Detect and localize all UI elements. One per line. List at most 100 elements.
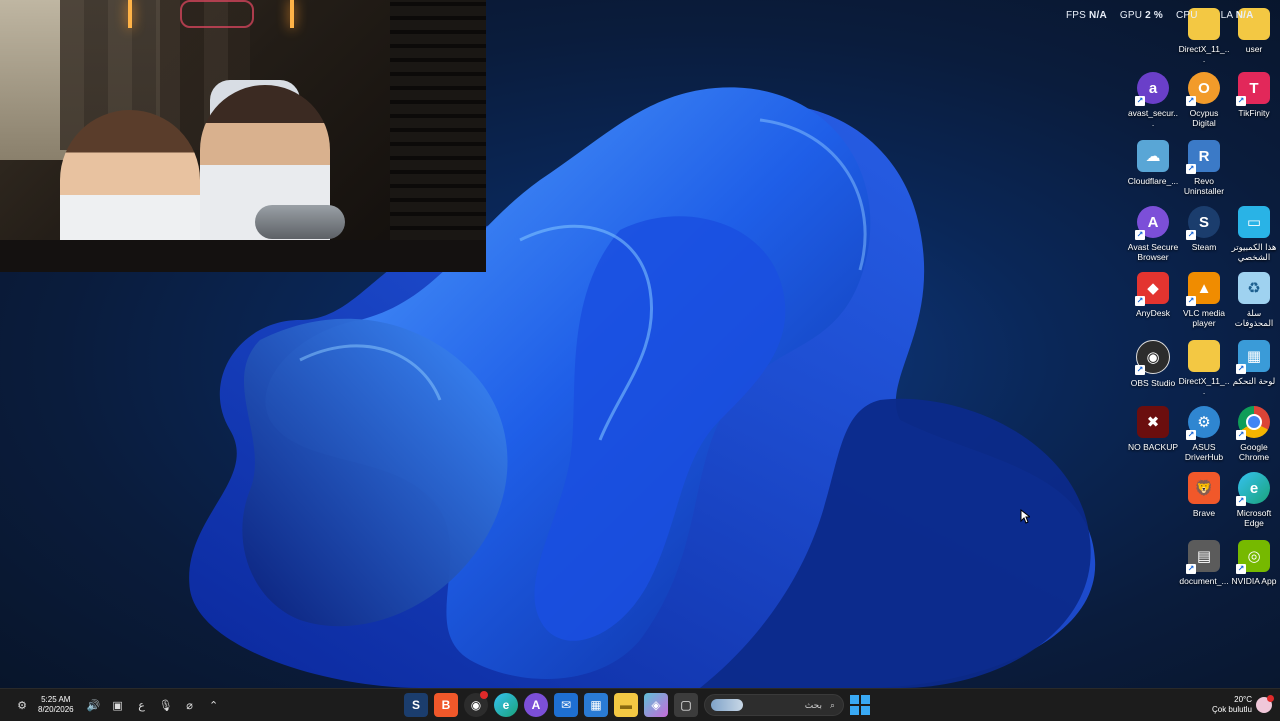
taskbar-store[interactable]: ▦ <box>584 693 608 717</box>
wifi-off-icon[interactable]: ⌀ <box>181 696 199 714</box>
mouse-cursor-icon <box>1020 509 1030 524</box>
desktop-icon-anydesk[interactable]: ◆ ↗ AnyDesk <box>1127 272 1179 318</box>
desktop-icon-asus-driverhub[interactable]: ⚙ ↗ ASUS DriverHub <box>1178 406 1230 462</box>
search-highlight-image <box>711 699 743 711</box>
store-icon: ▦ <box>590 698 602 712</box>
asus-driverhub-icon: ⚙ ↗ <box>1186 406 1220 440</box>
desktop-icon-nvidia[interactable]: ◎ ↗ NVIDIA App <box>1228 540 1280 586</box>
desktop-icon-label: Microsoft Edge <box>1236 508 1272 528</box>
search-placeholder: بحث <box>804 699 822 710</box>
folder-icon: ▬ <box>620 698 632 712</box>
desktop-icon-ocypus[interactable]: O ↗ Ocypus Digital <box>1178 72 1230 128</box>
desktop-icon-tikfinity[interactable]: T ↗ TikFinity <box>1228 72 1280 118</box>
clock-time: 5:25 AM <box>41 695 71 704</box>
fps-label: FPS <box>1066 10 1087 21</box>
weather-widget[interactable]: 20°C Çok bulutlu <box>1212 692 1274 718</box>
avast-browser-icon: A ↗ <box>1135 206 1169 240</box>
desktop-icon-avast-browser[interactable]: A ↗ Avast Secure Browser <box>1127 206 1179 262</box>
desktop-icon-label: Steam <box>1191 242 1217 252</box>
steam-icon: S ↗ <box>1186 206 1220 240</box>
brave-icon: B <box>441 698 451 712</box>
weather-icon <box>1256 695 1274 713</box>
microphone-icon[interactable]: 🎙 <box>157 696 175 714</box>
windows-logo-icon <box>850 695 859 704</box>
taskbar-obs[interactable]: ◉ <box>464 691 488 717</box>
start-button[interactable] <box>850 695 870 715</box>
taskbar: ⚙ 5:25 AM 8/20/2026 🔊 ▣ ع 🎙 ⌀ ⌃ S B ◉ e … <box>0 688 1280 721</box>
search-box[interactable]: بحث ⌕ <box>704 694 844 716</box>
desktop-icon-vlc[interactable]: ▲ ↗ VLC media player <box>1178 272 1230 328</box>
desktop-icon-label: سلة المحذوفات <box>1234 308 1274 328</box>
desktop-icon-label: DirectX_11_... <box>1178 44 1230 64</box>
desktop-icon-label: Revo Uninstaller <box>1183 176 1225 196</box>
desktop-icon-this-pc[interactable]: ▭ هذا الكمبيوتر الشخصي <box>1228 206 1280 262</box>
system-tray: ⚙ 5:25 AM 8/20/2026 🔊 ▣ ع 🎙 ⌀ ⌃ <box>10 689 226 721</box>
monitor-icon: ▭ <box>1238 206 1270 238</box>
desktop-icon-label: avast_secur... <box>1127 108 1179 128</box>
taskbar-steam[interactable]: S <box>404 693 428 717</box>
desktop-icon-label: Brave <box>1192 508 1216 518</box>
desktop-icon-label: NO BACKUP <box>1127 442 1179 452</box>
desktop-icon-label: DirectX_11_... <box>1178 376 1230 396</box>
document-icon: ▤ ↗ <box>1186 540 1220 574</box>
desktop-icon-control-panel[interactable]: ▦ ↗ لوحة التحكم <box>1228 340 1280 386</box>
taskbar-edge[interactable]: e <box>494 693 518 717</box>
obs-icon: ◉ <box>470 698 482 712</box>
fps-value: N/A <box>1089 10 1107 21</box>
taskbar-brave[interactable]: B <box>434 693 458 717</box>
lat-value: N/A <box>1235 10 1254 21</box>
taskbar-avast[interactable]: A <box>524 693 548 717</box>
obs-icon: ◉ ↗ <box>1135 340 1170 375</box>
clock[interactable]: 5:25 AM 8/20/2026 <box>38 695 74 715</box>
steam-icon: S <box>411 698 420 712</box>
desktop-icon-no-backup[interactable]: ✖ NO BACKUP <box>1127 406 1179 452</box>
taskbar-outlook[interactable]: ✉ <box>554 693 578 717</box>
weather-temp: 20°C <box>1234 695 1252 704</box>
desktop-icon-avast-secure[interactable]: a ↗ avast_secur... <box>1127 72 1179 128</box>
task-view-icon: ▢ <box>680 698 692 712</box>
desktop-icon-label: user <box>1245 44 1263 54</box>
desktop-icon-document[interactable]: ▤ ↗ document_... <box>1178 540 1230 586</box>
taskbar-task-view[interactable]: ▢ <box>674 693 698 717</box>
desktop-icon-label: لوحة التحكم <box>1232 376 1276 386</box>
control-panel-icon: ▦ ↗ <box>1236 340 1270 374</box>
desktop-icon-label: NVIDIA App <box>1231 576 1277 586</box>
anydesk-icon: ◆ ↗ <box>1135 272 1169 306</box>
search-icon: ⌕ <box>829 699 835 710</box>
edge-icon: e <box>502 698 510 712</box>
taskbar-file-explorer[interactable]: ▬ <box>614 693 638 717</box>
no-backup-icon: ✖ <box>1137 406 1169 438</box>
settings-icon[interactable]: ⚙ <box>13 696 31 714</box>
gpu-label: GPU <box>1119 10 1143 21</box>
ocypus-icon: O ↗ <box>1186 72 1220 106</box>
desktop-icon-obs[interactable]: ◉ ↗ OBS Studio <box>1127 340 1179 388</box>
network-icon[interactable]: ▣ <box>109 696 127 714</box>
desktop-icon-cloudflare[interactable]: ☁ Cloudflare_... <box>1127 140 1179 186</box>
outlook-icon: ✉ <box>560 698 572 712</box>
desktop-icon-label: document_... <box>1179 576 1229 586</box>
edge-icon: e ↗ <box>1236 472 1270 506</box>
desktop-icon-label: VLC media player <box>1182 308 1226 328</box>
volume-icon[interactable]: 🔊 <box>85 696 103 714</box>
desktop-icon-edge[interactable]: e ↗ Microsoft Edge <box>1228 472 1280 528</box>
taskbar-copilot[interactable]: ◈ <box>644 693 668 717</box>
cloudflare-icon: ☁ <box>1137 140 1169 172</box>
desktop-icon-recycle-bin[interactable]: ♻ سلة المحذوفات <box>1228 272 1280 328</box>
taskbar-apps: S B ◉ e A ✉ ▦ ▬ ◈ ▢ بحث ⌕ <box>404 691 870 717</box>
ime-indicator[interactable]: ع <box>133 696 151 714</box>
desktop-icon-label: Ocypus Digital <box>1189 108 1219 128</box>
desktop-icon-steam[interactable]: S ↗ Steam <box>1178 206 1230 252</box>
desktop-icon-directx-2[interactable]: DirectX_11_... <box>1178 340 1230 396</box>
desktop-icon-label: Cloudflare_... <box>1127 176 1179 186</box>
avast-icon: a ↗ <box>1135 72 1169 106</box>
performance-overlay: FPS N/A GPU 2 % CPU LA N/A <box>1066 10 1254 21</box>
desktop-icon-brave[interactable]: 🦁 Brave <box>1178 472 1230 518</box>
gpu-value: 2 % <box>1145 10 1163 21</box>
recycle-bin-icon: ♻ <box>1238 272 1270 304</box>
desktop-icon-revo[interactable]: R ↗ Revo Uninstaller <box>1178 140 1230 196</box>
desktop-icon-chrome[interactable]: ↗ Google Chrome <box>1228 406 1280 462</box>
desktop-icon-label: Google Chrome <box>1238 442 1270 462</box>
chevron-up-icon[interactable]: ⌃ <box>205 696 223 714</box>
chrome-icon: ↗ <box>1236 406 1270 440</box>
avast-browser-icon: A <box>531 698 541 712</box>
